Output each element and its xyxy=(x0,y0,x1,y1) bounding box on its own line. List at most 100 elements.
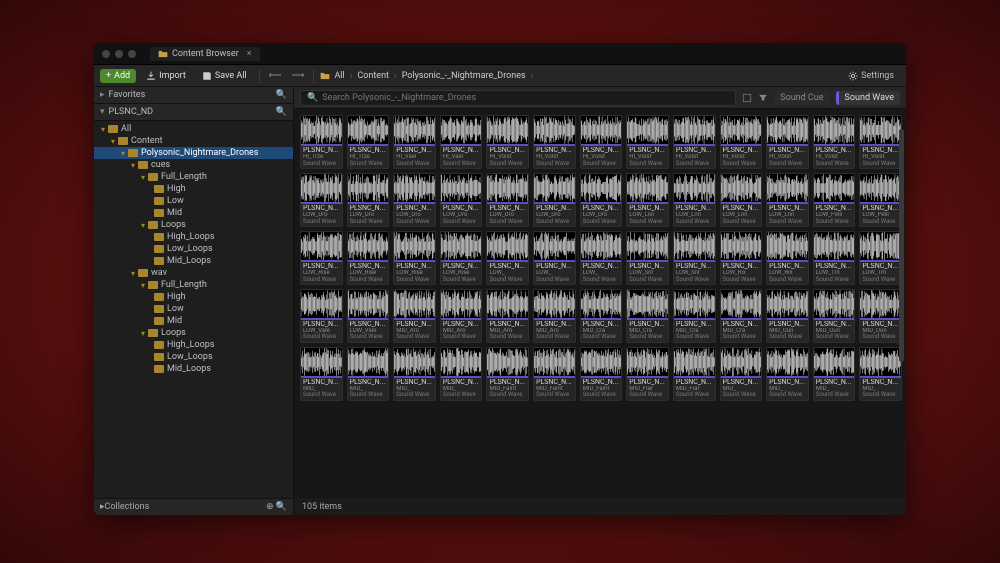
chevron-down-icon[interactable]: ▾ xyxy=(131,269,135,278)
asset-tile[interactable]: PLSNC_N...LOW_RiseSound Wave xyxy=(347,231,390,285)
chevron-down-icon[interactable]: ▾ xyxy=(141,329,145,338)
asset-tile[interactable]: PLSNC_N...MID_OunSound Wave xyxy=(813,289,856,343)
asset-tile[interactable]: PLSNC_N...LOW_Sound Wave xyxy=(533,231,576,285)
tree-item[interactable]: ▾wav xyxy=(94,267,293,279)
asset-tile[interactable]: PLSNC_N...LOW_RixSound Wave xyxy=(766,231,809,285)
asset-tile[interactable]: PLSNC_N...MID_CraSound Wave xyxy=(626,289,669,343)
tree-item[interactable]: Mid xyxy=(94,315,293,327)
asset-tile[interactable]: PLSNC_N...HI_VolstSound Wave xyxy=(580,115,623,169)
asset-tile[interactable]: PLSNC_N...MID_Sound Wave xyxy=(347,347,390,401)
tree-item[interactable]: Low xyxy=(94,303,293,315)
asset-tile[interactable]: PLSNC_N...MID_Sound Wave xyxy=(720,347,763,401)
tree-item[interactable]: Mid xyxy=(94,207,293,219)
asset-tile[interactable]: PLSNC_N...MID_FaintSound Wave xyxy=(486,347,529,401)
tree-item[interactable]: Mid_Loops xyxy=(94,363,293,375)
asset-tile[interactable]: PLSNC_N...HI_VolstSound Wave xyxy=(813,115,856,169)
tab-content-browser[interactable]: Content Browser × xyxy=(150,47,260,61)
asset-tile[interactable]: PLSNC_N...HI_VolstSound Wave xyxy=(626,115,669,169)
minimize-dot[interactable] xyxy=(115,50,123,58)
asset-tile[interactable]: PLSNC_N...HI_VolstSound Wave xyxy=(486,115,529,169)
tree-item[interactable]: ▾Full_Length xyxy=(94,279,293,291)
asset-tile[interactable]: PLSNC_N...LOW_TrnSound Wave xyxy=(813,231,856,285)
window-controls[interactable] xyxy=(102,50,136,58)
search-icon[interactable]: 🔍 xyxy=(276,502,287,512)
chevron-down-icon[interactable]: ▾ xyxy=(141,173,145,182)
asset-tile[interactable]: PLSNC_N...LOW_LnnSound Wave xyxy=(720,173,763,227)
asset-tile[interactable]: PLSNC_N...MID_Sound Wave xyxy=(300,347,343,401)
filter-icon[interactable] xyxy=(758,93,768,103)
asset-tile[interactable]: PLSNC_N...LOW_RiseSound Wave xyxy=(440,231,483,285)
asset-tile[interactable]: PLSNC_N...LOW_LnnSound Wave xyxy=(673,173,716,227)
tree-item[interactable]: ▾All xyxy=(94,123,293,135)
asset-tile[interactable]: PLSNC_N...HI_VaelSound Wave xyxy=(440,115,483,169)
asset-tile[interactable]: PLSNC_N...HI_VolstSound Wave xyxy=(859,115,902,169)
asset-tile[interactable]: PLSNC_N...LOW_LnnSound Wave xyxy=(626,173,669,227)
asset-tile[interactable]: PLSNC_N...LOW_DroSound Wave xyxy=(393,173,436,227)
asset-tile[interactable]: PLSNC_N...MID_CraSound Wave xyxy=(673,289,716,343)
chevron-down-icon[interactable]: ▾ xyxy=(111,137,115,146)
asset-tile[interactable]: PLSNC_N...HI_VolstSound Wave xyxy=(673,115,716,169)
asset-tile[interactable]: PLSNC_N...LOW_TrnSound Wave xyxy=(859,231,902,285)
asset-tile[interactable]: PLSNC_N...HI_VolstSound Wave xyxy=(533,115,576,169)
save-search-icon[interactable] xyxy=(742,93,752,103)
tree-item[interactable]: High_Loops xyxy=(94,339,293,351)
search-icon[interactable]: 🔍 xyxy=(276,107,287,117)
tree-item[interactable]: ▾Full_Length xyxy=(94,171,293,183)
asset-tile[interactable]: PLSNC_N...MID_Sound Wave xyxy=(766,347,809,401)
asset-tile[interactable]: PLSNC_N...LOW_Sound Wave xyxy=(580,231,623,285)
asset-tile[interactable]: PLSNC_N...MID_Sound Wave xyxy=(440,347,483,401)
asset-tile[interactable]: PLSNC_N...MID_Sound Wave xyxy=(859,347,902,401)
asset-tile[interactable]: PLSNC_N...LOW_DroSound Wave xyxy=(347,173,390,227)
asset-tile[interactable]: PLSNC_N...LOW_PelliSound Wave xyxy=(813,173,856,227)
asset-tile[interactable]: PLSNC_N...MID_OunSound Wave xyxy=(766,289,809,343)
asset-tile[interactable]: PLSNC_N...LOW_SnrSound Wave xyxy=(626,231,669,285)
asset-tile[interactable]: PLSNC_N...LOW_RiseSound Wave xyxy=(300,231,343,285)
crumb[interactable]: Polysonic_-_Nightmare_Drones xyxy=(402,71,526,81)
asset-tile[interactable]: PLSNC_N...LOW_RixSound Wave xyxy=(720,231,763,285)
asset-tile[interactable]: PLSNC_N...LOW_Sound Wave xyxy=(486,231,529,285)
chevron-down-icon[interactable]: ▾ xyxy=(141,221,145,230)
asset-tile[interactable]: PLSNC_N...MID_AroSound Wave xyxy=(486,289,529,343)
asset-tile[interactable]: PLSNC_N...MID_CraSound Wave xyxy=(720,289,763,343)
tree-item[interactable]: ▾cues xyxy=(94,159,293,171)
tree-item[interactable]: ▾Content xyxy=(94,135,293,147)
asset-tile[interactable]: PLSNC_N...LOW_ValeSound Wave xyxy=(300,289,343,343)
tree-item[interactable]: High xyxy=(94,183,293,195)
asset-tile[interactable]: PLSNC_N...LOW_DroSound Wave xyxy=(486,173,529,227)
crumb[interactable]: All xyxy=(334,71,344,81)
favorites-header[interactable]: ▸Favorites 🔍 xyxy=(94,87,293,104)
asset-tile[interactable]: PLSNC_N...MID_FaintSound Wave xyxy=(580,347,623,401)
asset-tile[interactable]: PLSNC_N...MID_OunSound Wave xyxy=(859,289,902,343)
asset-tile[interactable]: PLSNC_N...LOW_SnrSound Wave xyxy=(673,231,716,285)
tree-item[interactable]: Low_Loops xyxy=(94,243,293,255)
asset-tile[interactable]: PLSNC_N...MID_FlarSound Wave xyxy=(626,347,669,401)
close-icon[interactable]: × xyxy=(247,49,252,59)
asset-tile[interactable]: PLSNC_N...HI_TrzeSound Wave xyxy=(300,115,343,169)
asset-tile[interactable]: PLSNC_N...LOW_ValeSound Wave xyxy=(347,289,390,343)
close-dot[interactable] xyxy=(102,50,110,58)
asset-tile[interactable]: PLSNC_N...LOW_LnnSound Wave xyxy=(766,173,809,227)
settings-button[interactable]: Settings xyxy=(842,69,900,83)
add-button[interactable]: + Add xyxy=(100,69,136,83)
project-header[interactable]: ▾PLSNC_ND 🔍 xyxy=(94,104,293,121)
asset-tile[interactable]: PLSNC_N...MID_CraSound Wave xyxy=(580,289,623,343)
tree-item[interactable]: High_Loops xyxy=(94,231,293,243)
zoom-dot[interactable] xyxy=(128,50,136,58)
asset-tile[interactable]: PLSNC_N...HI_TrzeSound Wave xyxy=(347,115,390,169)
asset-tile[interactable]: PLSNC_N...LOW_DroSound Wave xyxy=(533,173,576,227)
asset-tile[interactable]: PLSNC_N...MID_FaintSound Wave xyxy=(533,347,576,401)
collections-header[interactable]: ▸Collections ⊕ 🔍 xyxy=(94,498,293,515)
tree-item[interactable]: Low_Loops xyxy=(94,351,293,363)
tree-item[interactable]: ▾Polysonic_Nightmare_Drones xyxy=(94,147,293,159)
chevron-down-icon[interactable]: ▾ xyxy=(101,125,105,134)
filter-sound-wave[interactable]: Sound Wave xyxy=(836,91,900,105)
asset-tile[interactable]: PLSNC_N...LOW_DroSound Wave xyxy=(440,173,483,227)
tree-item[interactable]: Mid_Loops xyxy=(94,255,293,267)
asset-tile[interactable]: PLSNC_N...MID_AroSound Wave xyxy=(533,289,576,343)
asset-tile[interactable]: PLSNC_N...HI_VaelSound Wave xyxy=(393,115,436,169)
crumb[interactable]: Content xyxy=(357,71,389,81)
chevron-down-icon[interactable]: ▾ xyxy=(131,161,135,170)
asset-tile[interactable]: PLSNC_N...MID_Sound Wave xyxy=(813,347,856,401)
tree-item[interactable]: ▾Loops xyxy=(94,219,293,231)
asset-tile[interactable]: PLSNC_N...MID_FlarSound Wave xyxy=(673,347,716,401)
